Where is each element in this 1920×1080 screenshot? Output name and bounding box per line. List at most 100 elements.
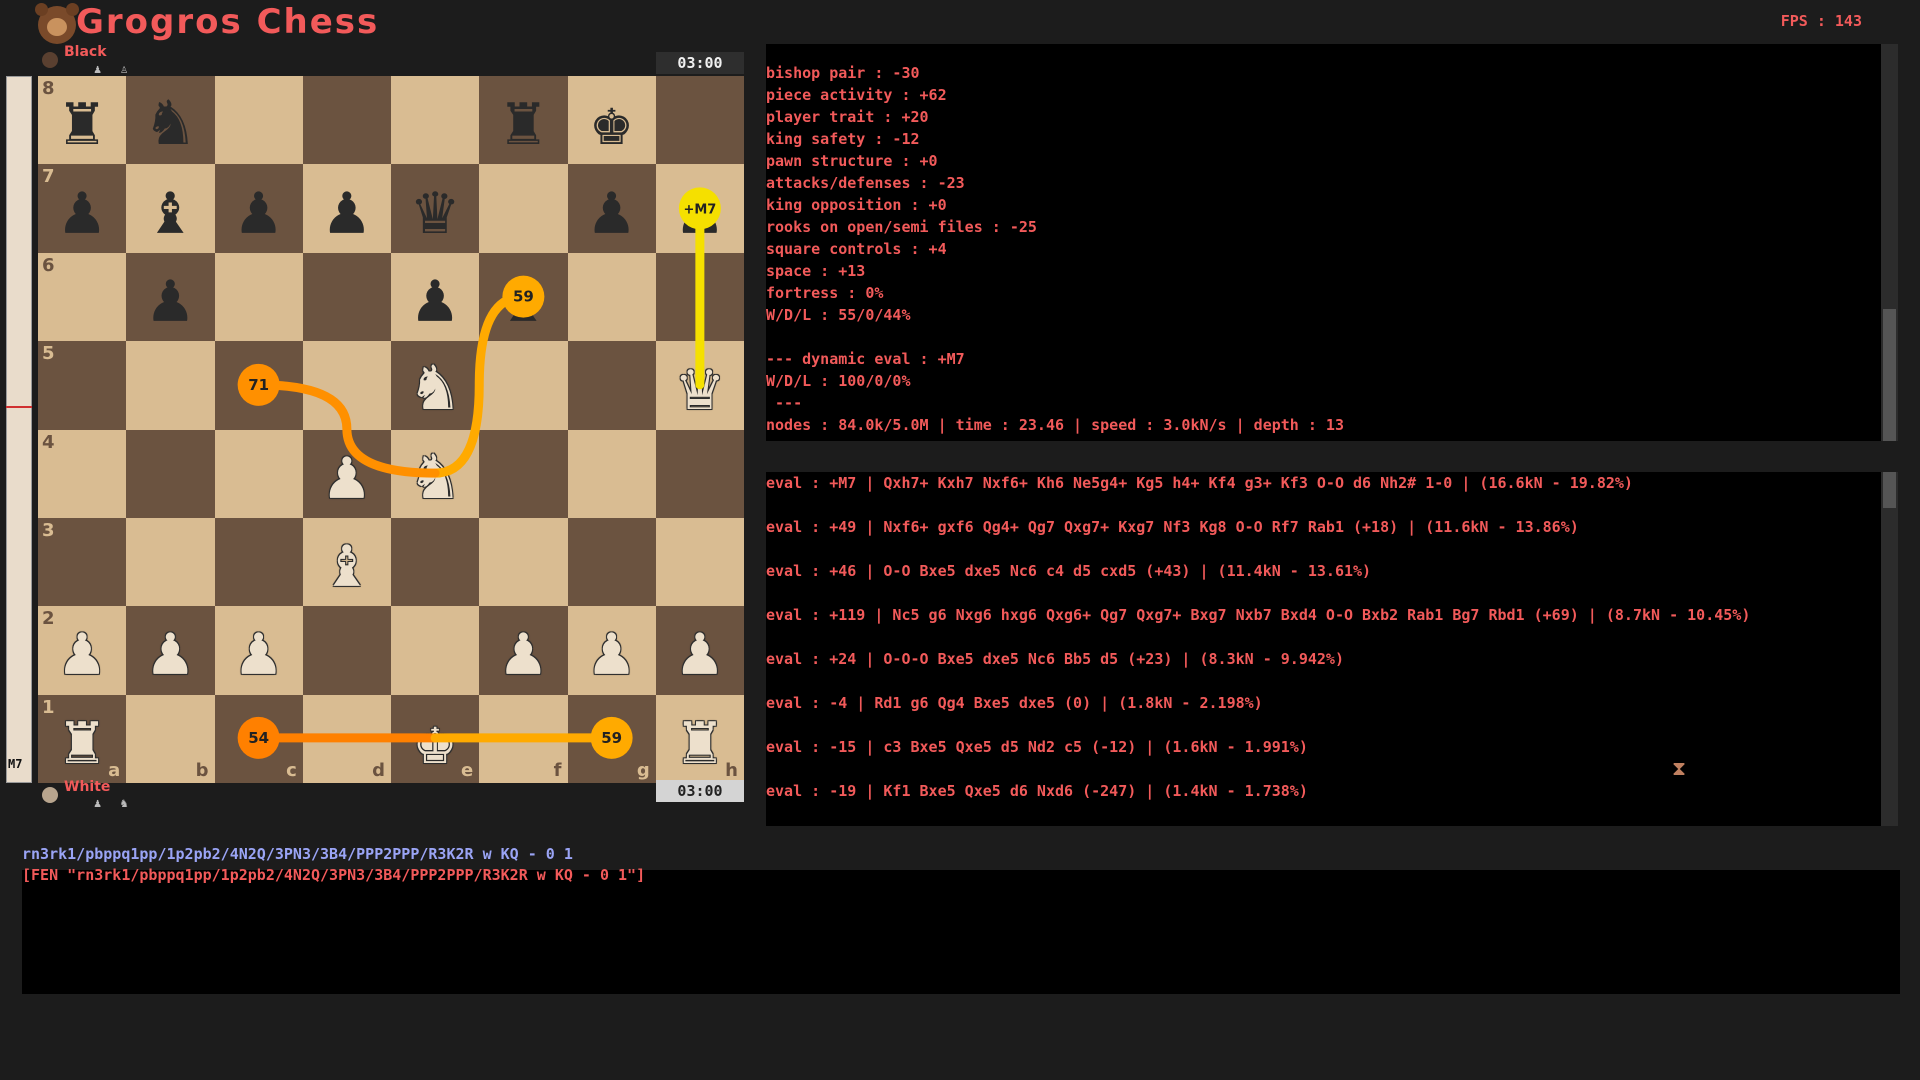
black-king-piece[interactable]: ♚ — [591, 85, 633, 155]
pgn-text-area[interactable] — [22, 870, 1900, 994]
square-f4[interactable] — [479, 429, 568, 518]
white-rook-piece[interactable]: ♜ — [61, 704, 103, 774]
square-d3[interactable]: ♝ — [302, 517, 391, 607]
square-f6[interactable]: ♝ — [479, 252, 568, 342]
engine-line[interactable]: eval : +46 | O-O Bxe5 dxe5 Nc6 c4 d5 cxd… — [766, 560, 1881, 582]
square-e3[interactable] — [391, 517, 480, 607]
square-a2[interactable]: 2 ♟ — [38, 606, 127, 695]
square-f3[interactable] — [479, 517, 568, 607]
square-a8[interactable]: 8 ♜ — [38, 76, 127, 165]
engine-line[interactable]: eval : -15 | c3 Bxe5 Qxe5 d5 Nd2 c5 (-12… — [766, 736, 1881, 758]
engine-line[interactable]: eval : +119 | Nc5 g6 Nxg6 hxg6 Qxg6+ Qg7… — [766, 604, 1881, 626]
white-pawn-piece[interactable]: ♟ — [591, 615, 633, 685]
square-g5[interactable] — [567, 341, 656, 430]
square-d5[interactable] — [302, 341, 391, 430]
static-eval-scrollbar[interactable] — [1881, 44, 1898, 441]
square-d4[interactable]: ♟ — [302, 429, 391, 518]
square-c7[interactable]: ♟ — [214, 164, 303, 253]
white-pawn-piece[interactable]: ♟ — [502, 615, 544, 685]
square-e8[interactable] — [391, 76, 480, 165]
fen-string[interactable]: rn3rk1/pbppq1pp/1p2pb2/4N2Q/3PN3/3B4/PPP… — [22, 845, 573, 863]
square-f8[interactable]: ♜ — [479, 76, 568, 165]
white-pawn-piece[interactable]: ♟ — [326, 439, 368, 509]
static-eval-panel[interactable]: bishop pair : -30 piece activity : +62 pla… — [766, 44, 1881, 441]
white-rook-piece[interactable]: ♜ — [679, 704, 721, 774]
square-d2[interactable] — [302, 606, 391, 695]
square-a5[interactable]: 5 — [38, 341, 127, 430]
square-f2[interactable]: ♟ — [479, 606, 568, 695]
white-pawn-piece[interactable]: ♟ — [238, 615, 280, 685]
white-bishop-piece[interactable]: ♝ — [326, 527, 368, 597]
square-b7[interactable]: ♝ — [126, 164, 215, 253]
white-player-name[interactable]: White — [64, 779, 110, 795]
square-b5[interactable] — [126, 341, 215, 430]
black-pawn-piece[interactable]: ♟ — [591, 174, 633, 244]
square-g6[interactable] — [567, 252, 656, 342]
black-bishop-piece[interactable]: ♝ — [149, 174, 191, 244]
square-g2[interactable]: ♟ — [567, 606, 656, 695]
black-bishop-piece[interactable]: ♝ — [502, 262, 544, 332]
square-f1[interactable]: f — [479, 694, 568, 783]
square-e5[interactable]: ♞ — [391, 341, 480, 430]
square-d8[interactable] — [302, 76, 391, 165]
black-rook-piece[interactable]: ♜ — [61, 85, 103, 155]
square-d7[interactable]: ♟ — [302, 164, 391, 253]
square-h1[interactable]: h ♜ — [655, 694, 744, 783]
square-b8[interactable]: ♞ — [126, 76, 215, 165]
black-knight-piece[interactable]: ♞ — [149, 85, 191, 155]
square-c8[interactable] — [214, 76, 303, 165]
square-b4[interactable] — [126, 429, 215, 518]
white-pawn-piece[interactable]: ♟ — [149, 615, 191, 685]
static-eval-scroll-thumb[interactable] — [1883, 309, 1896, 441]
square-h3[interactable] — [655, 517, 744, 607]
square-h5[interactable]: ♛ — [655, 341, 744, 430]
square-c3[interactable] — [214, 517, 303, 607]
black-pawn-piece[interactable]: ♟ — [326, 174, 368, 244]
square-a6[interactable]: 6 — [38, 252, 127, 342]
black-pawn-piece[interactable]: ♟ — [149, 262, 191, 332]
white-king-piece[interactable]: ♚ — [414, 704, 456, 774]
white-knight-piece[interactable]: ♞ — [414, 350, 456, 420]
square-e4[interactable]: ♞ — [391, 429, 480, 518]
engine-line[interactable]: eval : -19 | Kf1 Bxe5 Qxe5 d6 Nxd6 (-247… — [766, 780, 1881, 802]
square-a7[interactable]: 7 ♟ — [38, 164, 127, 253]
square-g1[interactable]: g — [567, 694, 656, 783]
square-a3[interactable]: 3 — [38, 517, 127, 607]
square-g8[interactable]: ♚ — [567, 76, 656, 165]
square-b6[interactable]: ♟ — [126, 252, 215, 342]
black-queen-piece[interactable]: ♛ — [414, 174, 456, 244]
square-h6[interactable] — [655, 252, 744, 342]
white-pawn-piece[interactable]: ♟ — [679, 615, 721, 685]
square-a1[interactable]: 1 a ♜ — [38, 694, 127, 783]
engine-line[interactable]: eval : +M7 | Qxh7+ Kxh7 Nxf6+ Kh6 Ne5g4+… — [766, 472, 1881, 494]
square-c2[interactable]: ♟ — [214, 606, 303, 695]
square-c6[interactable] — [214, 252, 303, 342]
square-h7[interactable]: ♟ — [655, 164, 744, 253]
white-pawn-piece[interactable]: ♟ — [61, 615, 103, 685]
square-a4[interactable]: 4 — [38, 429, 127, 518]
black-rook-piece[interactable]: ♜ — [502, 85, 544, 155]
square-b2[interactable]: ♟ — [126, 606, 215, 695]
engine-line[interactable]: eval : +24 | O-O-O Bxe5 dxe5 Nc6 Bb5 d5 … — [766, 648, 1881, 670]
square-c1[interactable]: c — [214, 694, 303, 783]
black-pawn-piece[interactable]: ♟ — [238, 174, 280, 244]
square-e6[interactable]: ♟ — [391, 252, 480, 342]
square-e2[interactable] — [391, 606, 480, 695]
square-g3[interactable] — [567, 517, 656, 607]
square-e1[interactable]: e ♚ — [391, 694, 480, 783]
square-f7[interactable] — [479, 164, 568, 253]
chess-board[interactable]: 8 ♜ ♞ ♜ ♚ 7 ♟ ♝ ♟ ♟ ♛ ♟ ♟ 6 ♟ ♟ ♝ 5 ♞ ♛ 4 ♟ ♞ 3 ♝ 2 ♟ ♟ ♟ ♟ ♟ ♟ 1 a ♜ b c d e ♚… — [38, 76, 744, 783]
square-d1[interactable]: d — [302, 694, 391, 783]
square-f5[interactable] — [479, 341, 568, 430]
square-h2[interactable]: ♟ — [655, 606, 744, 695]
engine-lines-scroll-thumb[interactable] — [1883, 472, 1896, 508]
engine-line[interactable]: eval : +49 | Nxf6+ gxf6 Qg4+ Qg7 Qxg7+ K… — [766, 516, 1881, 538]
black-pawn-piece[interactable]: ♟ — [679, 174, 721, 244]
square-h4[interactable] — [655, 429, 744, 518]
engine-lines-panel[interactable]: eval : +M7 | Qxh7+ Kxh7 Nxf6+ Kh6 Ne5g4+… — [766, 472, 1881, 826]
square-g7[interactable]: ♟ — [567, 164, 656, 253]
engine-line[interactable]: eval : -4 | Rd1 g6 Qg4 Bxe5 dxe5 (0) | (… — [766, 692, 1881, 714]
black-pawn-piece[interactable]: ♟ — [61, 174, 103, 244]
square-g4[interactable] — [567, 429, 656, 518]
white-queen-piece[interactable]: ♛ — [679, 350, 721, 420]
